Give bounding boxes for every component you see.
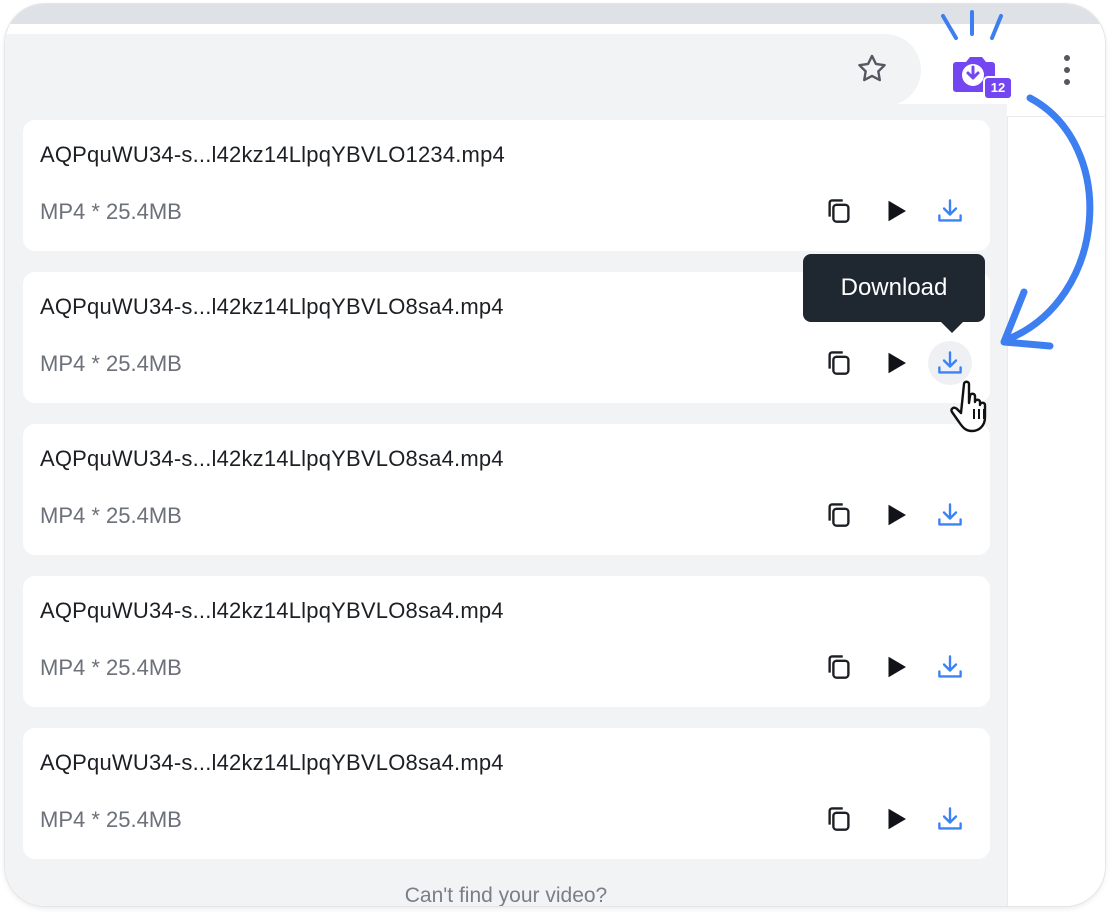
sparkle-lines-icon	[941, 10, 1003, 40]
annotation-overlay	[941, 10, 1094, 350]
hand-cursor-icon	[950, 380, 987, 433]
curved-arrow-icon	[1000, 94, 1094, 350]
